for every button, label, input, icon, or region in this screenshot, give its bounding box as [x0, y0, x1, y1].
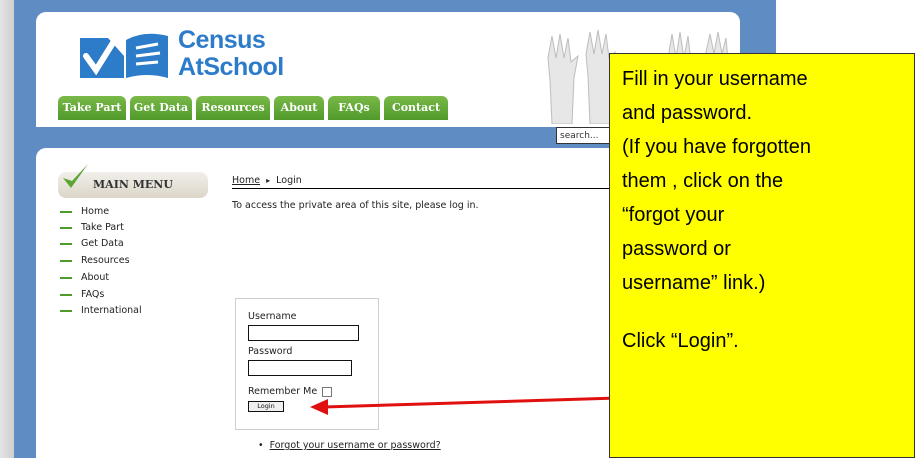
forgot-credentials: • Forgot your username or password? [258, 440, 441, 451]
menu-item-international[interactable]: International [60, 305, 142, 322]
nav-tab-about[interactable]: About [274, 96, 324, 120]
dash-icon [60, 293, 72, 296]
dash-icon [60, 226, 72, 229]
callout-line: username” link.) [622, 272, 766, 294]
login-intro-text: To access the private area of this site,… [232, 200, 479, 211]
instruction-callout: Fill in your username and password. (If … [609, 53, 915, 458]
green-check-icon [63, 164, 88, 188]
menu-item-get-data[interactable]: Get Data [60, 238, 124, 255]
main-menu-title: MAIN MENU [93, 178, 173, 191]
callout-line: them , click on the [622, 170, 784, 192]
menu-item-about[interactable]: About [60, 272, 109, 289]
breadcrumb: Home ▸ Login [232, 175, 302, 186]
nav-tab-contact[interactable]: Contact [384, 96, 448, 120]
nav-tab-get-data[interactable]: Get Data [130, 96, 192, 120]
search-input[interactable]: search... [556, 127, 610, 144]
menu-item-label: Home [81, 206, 110, 217]
menu-item-home[interactable]: Home [60, 206, 109, 223]
bullet-icon: • [258, 440, 264, 451]
callout-line: and password. [622, 102, 753, 124]
menu-item-label: Resources [81, 255, 130, 266]
callout-line: (If you have forgotten [622, 136, 812, 158]
dash-icon [60, 210, 72, 213]
menu-item-label: International [81, 305, 142, 316]
forgot-password-link[interactable]: Forgot your username or password? [270, 440, 441, 451]
login-button[interactable]: Login [248, 401, 284, 412]
left-background [0, 0, 14, 458]
callout-line: “forgot your [622, 204, 725, 226]
breadcrumb-home-link[interactable]: Home [232, 175, 260, 186]
password-label: Password [248, 346, 293, 357]
nav-tab-faqs[interactable]: FAQs [328, 96, 380, 120]
menu-item-take-part[interactable]: Take Part [60, 222, 124, 239]
callout-line: Click “Login”. [622, 330, 739, 352]
breadcrumb-divider [232, 188, 612, 189]
breadcrumb-separator-icon: ▸ [266, 176, 271, 185]
menu-item-faqs[interactable]: FAQs [60, 289, 104, 306]
menu-item-resources[interactable]: Resources [60, 255, 130, 272]
menu-item-label: Take Part [81, 222, 124, 233]
logo-text-census: Census [178, 26, 266, 54]
dash-icon [60, 242, 72, 245]
menu-item-label: About [81, 272, 110, 283]
username-label: Username [248, 311, 297, 322]
nav-tab-take-part[interactable]: Take Part [58, 96, 126, 120]
dash-icon [60, 276, 72, 279]
breadcrumb-current: Login [276, 175, 302, 186]
menu-item-label: Get Data [81, 238, 124, 249]
menu-item-label: FAQs [81, 289, 105, 300]
dash-icon [60, 259, 72, 262]
red-arrow [310, 396, 619, 415]
password-input[interactable] [248, 360, 352, 376]
callout-line: Fill in your username [622, 68, 808, 90]
callout-line: password or [622, 238, 731, 260]
nav-tab-resources[interactable]: Resources [196, 96, 270, 120]
logo-text-atschool: AtSchool [178, 53, 284, 81]
dash-icon [60, 309, 72, 312]
username-input[interactable] [248, 325, 359, 341]
